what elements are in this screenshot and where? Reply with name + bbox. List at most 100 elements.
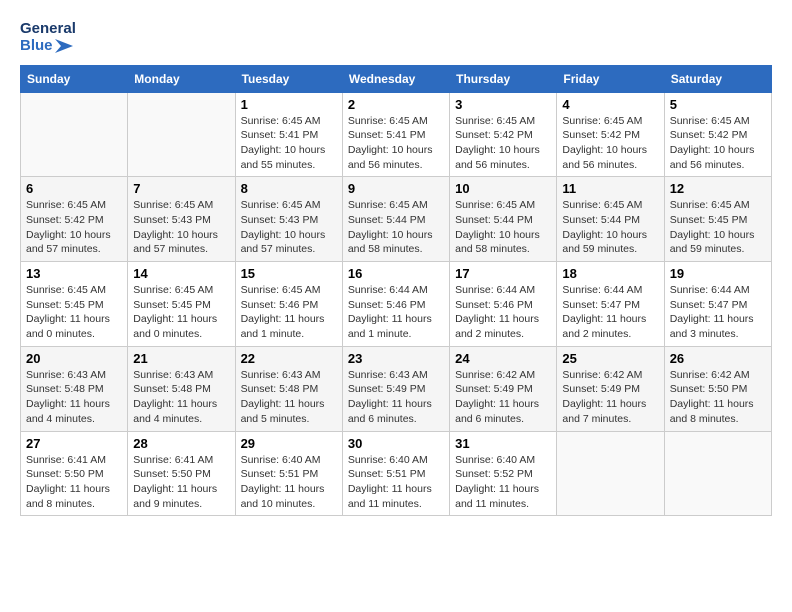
day-number: 9 xyxy=(348,181,444,196)
weekday-header-monday: Monday xyxy=(128,65,235,92)
day-number: 13 xyxy=(26,266,122,281)
day-info: Sunrise: 6:40 AM Sunset: 5:51 PM Dayligh… xyxy=(241,453,337,512)
calendar-cell xyxy=(21,92,128,177)
calendar-cell: 11 Sunrise: 6:45 AM Sunset: 5:44 PM Dayli… xyxy=(557,177,664,262)
day-number: 17 xyxy=(455,266,551,281)
calendar-cell: 31 Sunrise: 6:40 AM Sunset: 5:52 PM Dayli… xyxy=(450,431,557,516)
day-number: 26 xyxy=(670,351,766,366)
calendar-week-row: 6 Sunrise: 6:45 AM Sunset: 5:42 PM Daylig… xyxy=(21,177,772,262)
logo-general-text: General xyxy=(20,20,76,37)
calendar-cell: 14 Sunrise: 6:45 AM Sunset: 5:45 PM Dayli… xyxy=(128,262,235,347)
calendar-cell: 17Sunrise: 6:44 AM Sunset: 5:46 PM Dayli… xyxy=(450,262,557,347)
weekday-header-thursday: Thursday xyxy=(450,65,557,92)
day-number: 16 xyxy=(348,266,444,281)
day-number: 30 xyxy=(348,436,444,451)
day-number: 18 xyxy=(562,266,658,281)
day-number: 6 xyxy=(26,181,122,196)
day-number: 31 xyxy=(455,436,551,451)
calendar-cell: 27 Sunrise: 6:41 AM Sunset: 5:50 PM Dayli… xyxy=(21,431,128,516)
day-info: Sunrise: 6:40 AM Sunset: 5:52 PM Dayligh… xyxy=(455,453,551,512)
calendar-cell: 25 Sunrise: 6:42 AM Sunset: 5:49 PM Dayli… xyxy=(557,346,664,431)
header: General Blue xyxy=(20,20,772,55)
day-info: Sunrise: 6:45 AM Sunset: 5:42 PM Dayligh… xyxy=(455,114,551,173)
day-number: 11 xyxy=(562,181,658,196)
day-number: 12 xyxy=(670,181,766,196)
day-number: 5 xyxy=(670,97,766,112)
calendar-cell: 7 Sunrise: 6:45 AM Sunset: 5:43 PM Daylig… xyxy=(128,177,235,262)
calendar-cell: 19Sunrise: 6:44 AM Sunset: 5:47 PM Dayli… xyxy=(664,262,771,347)
day-number: 27 xyxy=(26,436,122,451)
calendar-week-row: 27 Sunrise: 6:41 AM Sunset: 5:50 PM Dayli… xyxy=(21,431,772,516)
day-number: 7 xyxy=(133,181,229,196)
day-info: Sunrise: 6:42 AM Sunset: 5:49 PM Dayligh… xyxy=(562,368,658,427)
day-info: Sunrise: 6:40 AM Sunset: 5:51 PM Dayligh… xyxy=(348,453,444,512)
day-info: Sunrise: 6:43 AM Sunset: 5:48 PM Dayligh… xyxy=(133,368,229,427)
day-info: Sunrise: 6:42 AM Sunset: 5:50 PM Dayligh… xyxy=(670,368,766,427)
calendar-cell xyxy=(557,431,664,516)
logo-blue-text: Blue xyxy=(20,37,53,54)
calendar-cell: 6 Sunrise: 6:45 AM Sunset: 5:42 PM Daylig… xyxy=(21,177,128,262)
day-info: Sunrise: 6:45 AM Sunset: 5:42 PM Dayligh… xyxy=(26,198,122,257)
weekday-header-sunday: Sunday xyxy=(21,65,128,92)
calendar-cell: 20Sunrise: 6:43 AM Sunset: 5:48 PM Dayli… xyxy=(21,346,128,431)
day-number: 2 xyxy=(348,97,444,112)
day-number: 19 xyxy=(670,266,766,281)
calendar-week-row: 20 Sunrise: 6:43 AM Sunset: 5:48 PM Dayli… xyxy=(21,346,772,431)
calendar-cell: 13 Sunrise: 6:45 AM Sunset: 5:45 PM Dayli… xyxy=(21,262,128,347)
day-number: 23 xyxy=(348,351,444,366)
day-info: Sunrise: 6:44 AM Sunset: 5:46 PM Dayligh… xyxy=(348,283,444,342)
calendar-cell: 12 Sunrise: 6:45 AM Sunset: 5:45 PM Dayli… xyxy=(664,177,771,262)
day-info: Sunrise: 6:43 AM Sunset: 5:49 PM Dayligh… xyxy=(348,368,444,427)
day-info: Sunrise: 6:41 AM Sunset: 5:50 PM Dayligh… xyxy=(133,453,229,512)
day-number: 29 xyxy=(241,436,337,451)
calendar-cell: 2Sunrise: 6:45 AM Sunset: 5:41 PM Daylig… xyxy=(342,92,449,177)
weekday-header-row: SundayMondayTuesdayWednesdayThursdayFrid… xyxy=(21,65,772,92)
calendar-cell: 15 Sunrise: 6:45 AM Sunset: 5:46 PM Dayli… xyxy=(235,262,342,347)
weekday-header-friday: Friday xyxy=(557,65,664,92)
day-number: 10 xyxy=(455,181,551,196)
day-info: Sunrise: 6:43 AM Sunset: 5:48 PM Dayligh… xyxy=(241,368,337,427)
calendar-cell: 18 Sunrise: 6:44 AM Sunset: 5:47 PM Dayli… xyxy=(557,262,664,347)
calendar-cell: 28 Sunrise: 6:41 AM Sunset: 5:50 PM Dayli… xyxy=(128,431,235,516)
day-info: Sunrise: 6:45 AM Sunset: 5:44 PM Dayligh… xyxy=(348,198,444,257)
calendar-cell: 8Sunrise: 6:45 AM Sunset: 5:43 PM Daylig… xyxy=(235,177,342,262)
calendar-cell: 10 Sunrise: 6:45 AM Sunset: 5:44 PM Dayli… xyxy=(450,177,557,262)
calendar-cell: 29 Sunrise: 6:40 AM Sunset: 5:51 PM Dayli… xyxy=(235,431,342,516)
day-info: Sunrise: 6:44 AM Sunset: 5:47 PM Dayligh… xyxy=(562,283,658,342)
logo: General Blue xyxy=(20,20,76,55)
calendar-cell: 24Sunrise: 6:42 AM Sunset: 5:49 PM Dayli… xyxy=(450,346,557,431)
calendar-cell: 9 Sunrise: 6:45 AM Sunset: 5:44 PM Daylig… xyxy=(342,177,449,262)
day-info: Sunrise: 6:45 AM Sunset: 5:43 PM Dayligh… xyxy=(241,198,337,257)
calendar-cell: 3 Sunrise: 6:45 AM Sunset: 5:42 PM Daylig… xyxy=(450,92,557,177)
day-number: 3 xyxy=(455,97,551,112)
day-number: 20 xyxy=(26,351,122,366)
day-info: Sunrise: 6:45 AM Sunset: 5:41 PM Dayligh… xyxy=(241,114,337,173)
calendar-cell xyxy=(128,92,235,177)
day-info: Sunrise: 6:45 AM Sunset: 5:45 PM Dayligh… xyxy=(133,283,229,342)
calendar-cell: 1 Sunrise: 6:45 AM Sunset: 5:41 PM Daylig… xyxy=(235,92,342,177)
day-number: 4 xyxy=(562,97,658,112)
logo-arrow-icon xyxy=(55,39,73,53)
day-info: Sunrise: 6:45 AM Sunset: 5:44 PM Dayligh… xyxy=(562,198,658,257)
day-number: 15 xyxy=(241,266,337,281)
day-info: Sunrise: 6:45 AM Sunset: 5:42 PM Dayligh… xyxy=(670,114,766,173)
calendar-cell: 16 Sunrise: 6:44 AM Sunset: 5:46 PM Dayli… xyxy=(342,262,449,347)
day-info: Sunrise: 6:45 AM Sunset: 5:42 PM Dayligh… xyxy=(562,114,658,173)
day-info: Sunrise: 6:42 AM Sunset: 5:49 PM Dayligh… xyxy=(455,368,551,427)
day-number: 21 xyxy=(133,351,229,366)
calendar-table: SundayMondayTuesdayWednesdayThursdayFrid… xyxy=(20,65,772,517)
day-info: Sunrise: 6:45 AM Sunset: 5:43 PM Dayligh… xyxy=(133,198,229,257)
weekday-header-saturday: Saturday xyxy=(664,65,771,92)
day-info: Sunrise: 6:45 AM Sunset: 5:46 PM Dayligh… xyxy=(241,283,337,342)
day-number: 1 xyxy=(241,97,337,112)
day-number: 25 xyxy=(562,351,658,366)
calendar-cell: 5 Sunrise: 6:45 AM Sunset: 5:42 PM Daylig… xyxy=(664,92,771,177)
calendar-cell: 22 Sunrise: 6:43 AM Sunset: 5:48 PM Dayli… xyxy=(235,346,342,431)
day-info: Sunrise: 6:45 AM Sunset: 5:45 PM Dayligh… xyxy=(26,283,122,342)
day-info: Sunrise: 6:45 AM Sunset: 5:44 PM Dayligh… xyxy=(455,198,551,257)
day-number: 22 xyxy=(241,351,337,366)
day-number: 28 xyxy=(133,436,229,451)
day-number: 14 xyxy=(133,266,229,281)
day-info: Sunrise: 6:41 AM Sunset: 5:50 PM Dayligh… xyxy=(26,453,122,512)
day-info: Sunrise: 6:45 AM Sunset: 5:45 PM Dayligh… xyxy=(670,198,766,257)
